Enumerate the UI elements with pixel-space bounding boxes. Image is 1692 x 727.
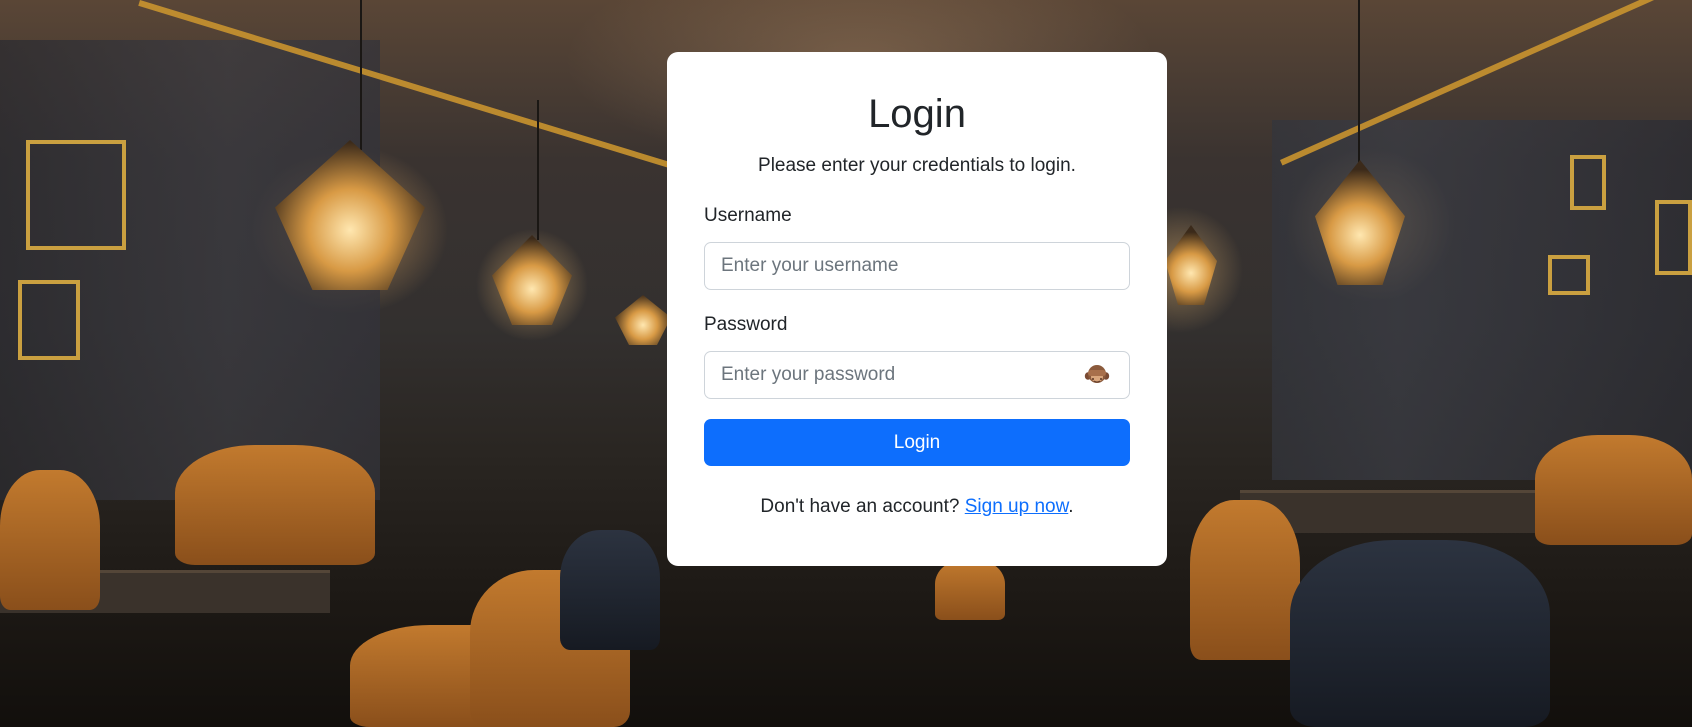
password-label: Password (704, 314, 788, 335)
login-page: Login Please enter your credentials to l… (0, 0, 1692, 727)
password-field-wrapper (704, 351, 1130, 399)
username-field-wrapper (704, 242, 1130, 290)
login-button[interactable]: Login (704, 419, 1130, 466)
signup-prompt-text: Don't have an account? (760, 496, 960, 517)
lamp-cord (360, 0, 362, 150)
background-wall-right (1272, 120, 1692, 480)
background-chair (0, 470, 100, 610)
background-frame (1655, 200, 1692, 275)
background-frame (1548, 255, 1590, 295)
background-frame (18, 280, 80, 360)
login-card: Login Please enter your credentials to l… (667, 52, 1167, 566)
background-frame (26, 140, 126, 250)
background-chair (1190, 500, 1300, 660)
pendant-lamp (492, 235, 572, 325)
lamp-cord (1358, 0, 1360, 170)
background-chair (175, 445, 375, 565)
background-chair (1535, 435, 1692, 545)
background-chair (1290, 540, 1550, 727)
signup-prompt: Don't have an account? Sign up now. (704, 495, 1130, 519)
page-title: Login (868, 92, 966, 136)
signup-link[interactable]: Sign up now (965, 496, 1069, 517)
password-input[interactable] (704, 351, 1130, 399)
lamp-cord (537, 100, 539, 240)
login-subtitle: Please enter your credentials to login. (758, 155, 1076, 176)
background-planter (935, 560, 1005, 620)
background-chair (560, 530, 660, 650)
username-label: Username (704, 205, 792, 226)
see-no-evil-monkey-icon[interactable] (1084, 362, 1110, 388)
pendant-lamp (1165, 225, 1217, 305)
background-frame (1570, 155, 1606, 210)
signup-prompt-period: . (1068, 496, 1074, 517)
pendant-lamp (615, 295, 671, 345)
username-input[interactable] (704, 242, 1130, 290)
